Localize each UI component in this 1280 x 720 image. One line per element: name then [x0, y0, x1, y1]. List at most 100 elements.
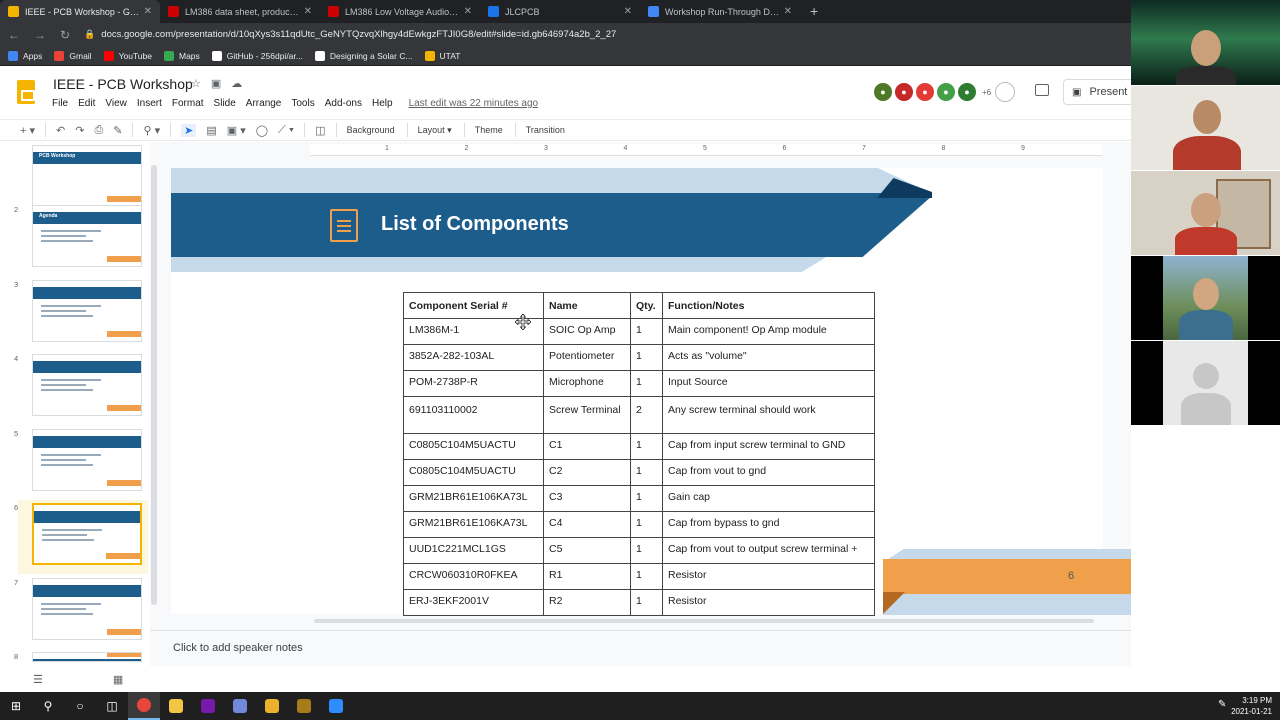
menu-arrange[interactable]: Arrange: [246, 98, 282, 109]
menu-format[interactable]: Format: [172, 98, 204, 109]
table-row[interactable]: C0805C104M5UACTU C1 1 Cap from input screw …: [403, 433, 875, 460]
table-cell[interactable]: UUD1C221MCL1GS: [403, 537, 544, 564]
table-cell[interactable]: Acts as "volume": [662, 344, 875, 371]
pen-tray-icon[interactable]: ✎: [1218, 699, 1226, 710]
filmstrip-view-icon[interactable]: ☰: [33, 674, 113, 686]
table-row[interactable]: LM386M-1 SOIC Op Amp 1 Main component! Op A…: [403, 318, 875, 345]
table-row[interactable]: UUD1C221MCL1GS C5 1 Cap from vout to output…: [403, 537, 875, 564]
table-row[interactable]: 691103110002 Screw Terminal 2 Any screw ter…: [403, 396, 875, 434]
table-cell[interactable]: C4: [543, 511, 631, 538]
theme-button[interactable]: Theme: [475, 125, 503, 135]
browser-tab[interactable]: LM386 Low Voltage Audio Powe ✕: [320, 0, 480, 23]
speaker-notes[interactable]: Click to add speaker notes: [173, 642, 303, 654]
grid-view-icon[interactable]: ▦: [113, 674, 193, 686]
table-cell[interactable]: Resistor: [662, 563, 875, 590]
reload-icon[interactable]: ↻: [60, 28, 70, 42]
close-tab-icon[interactable]: ✕: [464, 6, 472, 17]
zoom-app-icon[interactable]: [320, 692, 352, 720]
browser-tab[interactable]: JLCPCB ✕: [480, 0, 640, 23]
bookmark-item[interactable]: Apps: [8, 50, 42, 61]
table-row[interactable]: C0805C104M5UACTU C2 1 Cap from vout to gnd: [403, 459, 875, 486]
close-tab-icon[interactable]: ✕: [144, 6, 152, 17]
collaborator-avatar[interactable]: ●: [873, 82, 893, 102]
bookmark-item[interactable]: Maps: [163, 50, 200, 61]
table-row[interactable]: 3852A-282-103AL Potentiometer 1 Acts as "vo…: [403, 344, 875, 371]
filmstrip-scrollbar[interactable]: [151, 165, 157, 605]
new-slide-icon[interactable]: + ▾: [20, 124, 35, 137]
table-cell[interactable]: 1: [630, 433, 663, 460]
collaborator-avatar[interactable]: ●: [957, 82, 977, 102]
table-cell[interactable]: 1: [630, 344, 663, 371]
table-cell[interactable]: C0805C104M5UACTU: [403, 433, 544, 460]
participant-video[interactable]: [1131, 256, 1280, 340]
table-cell[interactable]: C1: [543, 433, 631, 460]
table-cell[interactable]: 1: [630, 589, 663, 616]
task-view-icon[interactable]: ◫: [96, 692, 128, 720]
table-cell[interactable]: POM-2738P-R: [403, 370, 544, 397]
browser-tab[interactable]: IEEE - PCB Workshop - Google S ✕: [0, 0, 160, 23]
star-icon[interactable]: ☆: [191, 78, 211, 90]
zoom-icon[interactable]: ⚲ ▾: [143, 124, 160, 137]
slides-logo-icon[interactable]: [17, 80, 35, 104]
table-cell[interactable]: CRCW060310R0FKEA: [403, 563, 544, 590]
participant-video[interactable]: [1131, 171, 1280, 255]
table-cell[interactable]: 1: [630, 485, 663, 512]
participant-video[interactable]: [1131, 86, 1280, 170]
menu-add-ons[interactable]: Add-ons: [325, 98, 362, 109]
table-row[interactable]: POM-2738P-R Microphone 1 Input Source: [403, 370, 875, 397]
forward-icon[interactable]: →: [34, 28, 46, 42]
altium-icon[interactable]: [288, 692, 320, 720]
table-cell[interactable]: SOIC Op Amp: [543, 318, 631, 345]
slack-icon[interactable]: [256, 692, 288, 720]
table-cell[interactable]: R1: [543, 563, 631, 590]
participant-video[interactable]: [1131, 341, 1280, 425]
last-edit-link[interactable]: Last edit was 22 minutes ago: [409, 98, 539, 109]
table-cell[interactable]: Input Source: [662, 370, 875, 397]
menu-tools[interactable]: Tools: [291, 98, 314, 109]
table-cell[interactable]: 1: [630, 370, 663, 397]
table-header-cell[interactable]: Name: [543, 292, 631, 319]
menu-insert[interactable]: Insert: [137, 98, 162, 109]
browser-tab[interactable]: Workshop Run-Through Draft - G ✕: [640, 0, 800, 23]
address-bar[interactable]: ← → ↻ 🔒 docs.google.com/presentation/d/1…: [0, 23, 1131, 46]
discord-icon[interactable]: [224, 692, 256, 720]
table-row[interactable]: ERJ-3EKF2001V R2 1 Resistor: [403, 589, 875, 616]
text-box-icon[interactable]: ▤: [206, 124, 216, 137]
table-cell[interactable]: 3852A-282-103AL: [403, 344, 544, 371]
bookmark-item[interactable]: YouTube: [103, 50, 152, 61]
table-cell[interactable]: C0805C104M5UACTU: [403, 459, 544, 486]
table-cell[interactable]: C3: [543, 485, 631, 512]
table-cell[interactable]: Microphone: [543, 370, 631, 397]
shape-icon[interactable]: ◯: [256, 124, 268, 137]
table-cell[interactable]: GRM21BR61E106KA73L: [403, 485, 544, 512]
browser-tab[interactable]: LM386 data sheet, product infor ✕: [160, 0, 320, 23]
table-cell[interactable]: Cap from vout to output screw terminal +: [662, 537, 875, 564]
notes-divider[interactable]: [150, 630, 1131, 631]
table-cell[interactable]: R2: [543, 589, 631, 616]
components-table[interactable]: Component Serial # Name Qty. Function/Notes…: [403, 292, 875, 616]
menu-edit[interactable]: Edit: [78, 98, 95, 109]
collaborator-avatar[interactable]: ●: [894, 82, 914, 102]
table-cell[interactable]: C5: [543, 537, 631, 564]
chrome-icon[interactable]: [128, 692, 160, 720]
slide-title[interactable]: List of Components: [381, 213, 569, 236]
image-icon[interactable]: ▣ ▾: [227, 124, 246, 137]
present-button[interactable]: ▣ Present: [1063, 79, 1131, 105]
table-cell[interactable]: Cap from input screw terminal to GND: [662, 433, 875, 460]
table-cell[interactable]: 1: [630, 459, 663, 486]
table-cell[interactable]: 2: [630, 396, 663, 434]
cloud-status-icon[interactable]: ☁: [231, 78, 252, 90]
table-header-cell[interactable]: Qty.: [630, 292, 663, 319]
bookmark-item[interactable]: Designing a Solar C...: [314, 50, 413, 61]
collaborator-avatar[interactable]: [995, 82, 1016, 102]
system-clock[interactable]: 3:19 PM 2021-01-21: [1231, 695, 1272, 717]
more-collaborators[interactable]: +6: [982, 88, 991, 97]
menu-view[interactable]: View: [105, 98, 127, 109]
layout-button[interactable]: Layout ▾: [418, 125, 452, 136]
table-cell[interactable]: Screw Terminal: [543, 396, 631, 434]
table-header-cell[interactable]: Function/Notes: [662, 292, 875, 319]
print-icon[interactable]: ⎙: [94, 124, 103, 137]
background-button[interactable]: Background: [347, 125, 395, 135]
back-icon[interactable]: ←: [8, 28, 20, 42]
table-cell[interactable]: 1: [630, 318, 663, 345]
